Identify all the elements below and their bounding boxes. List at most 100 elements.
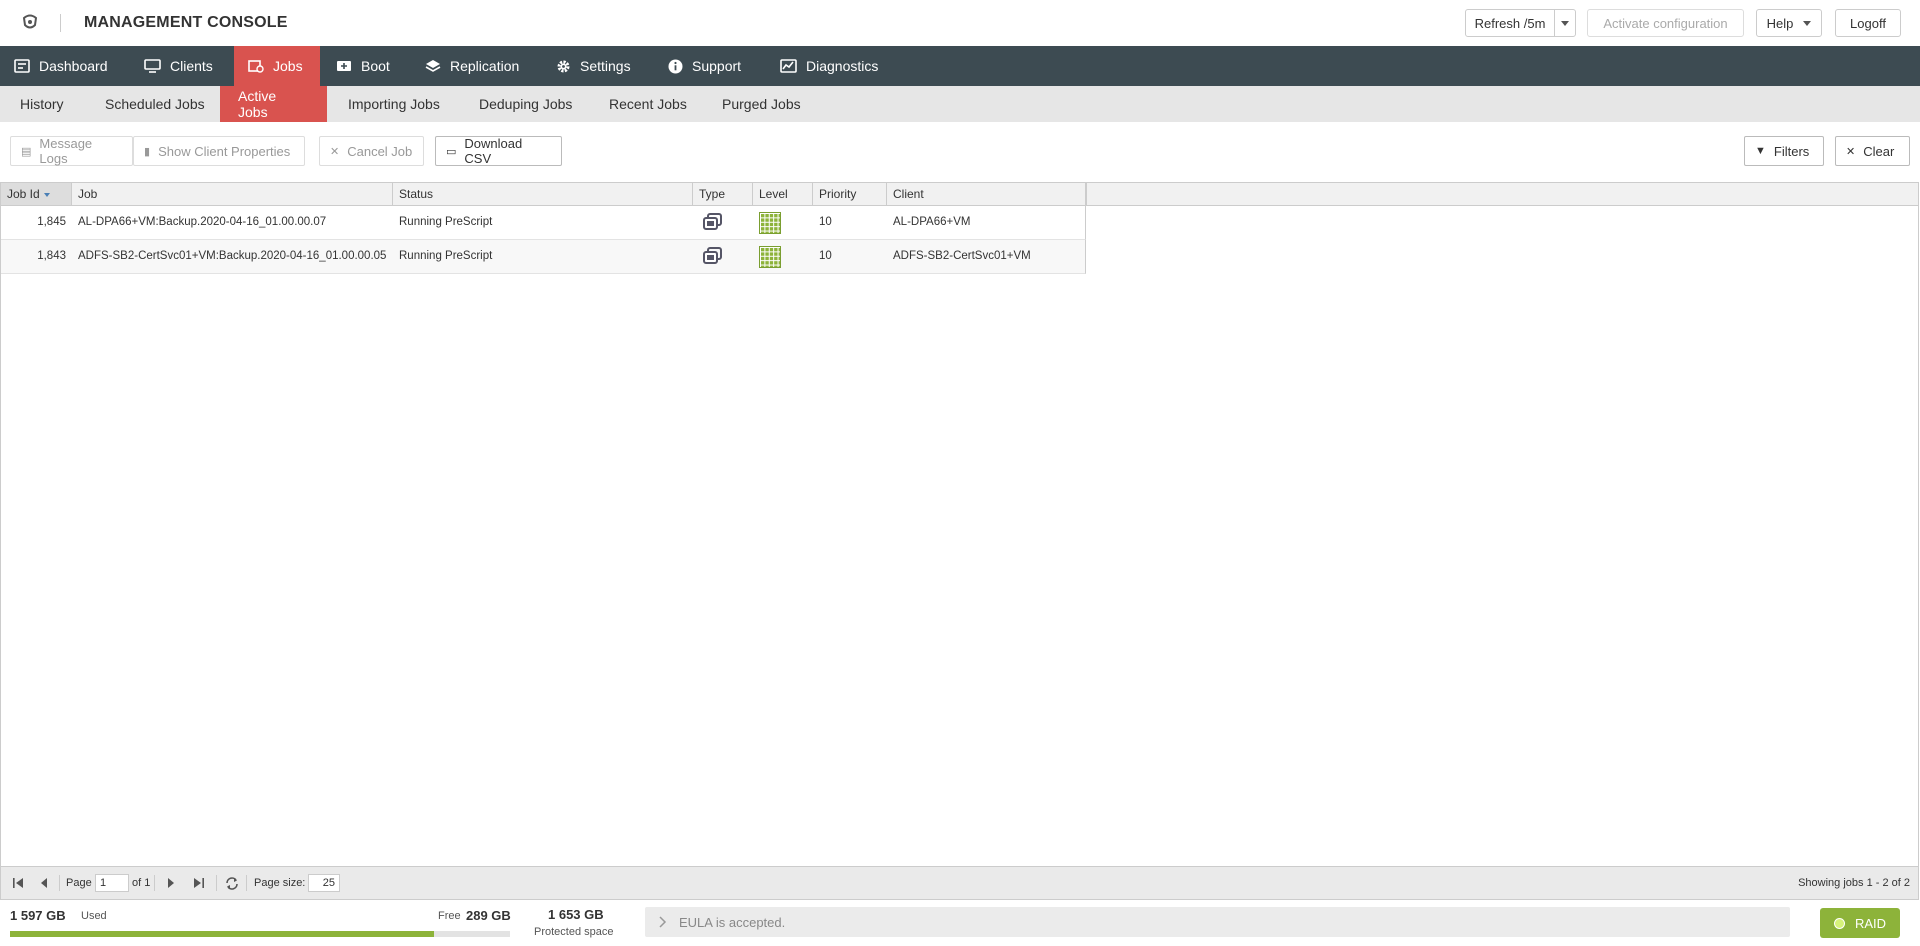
nav-item-clients[interactable]: Clients: [130, 46, 227, 86]
pager-divider: [246, 875, 247, 891]
clear-button[interactable]: ✕ Clear: [1835, 136, 1910, 166]
cell-job-id: 1,845: [37, 216, 66, 228]
download-csv-label: Download CSV: [464, 136, 523, 166]
raid-status-button[interactable]: RAID: [1820, 908, 1900, 938]
protected-space-value: 1 653 GB: [548, 907, 604, 922]
storage-usage-bar: [10, 931, 510, 937]
show-client-properties-label: Show Client Properties: [158, 143, 291, 159]
column-header-status[interactable]: Status: [393, 183, 693, 205]
cell-type: [693, 206, 753, 239]
nav-item-label: Clients: [170, 58, 213, 74]
cancel-job-label: Cancel Job: [347, 143, 413, 159]
cell-job-id: 1,843: [37, 250, 66, 262]
column-header-type[interactable]: Type: [693, 183, 753, 205]
chevron-right-icon: [659, 916, 667, 928]
close-icon: ✕: [330, 145, 340, 158]
pager-summary: Showing jobs 1 - 2 of 2: [1798, 877, 1910, 889]
jobs-subnav: History Scheduled Jobs Active Jobs Impor…: [0, 86, 1920, 122]
first-page-icon: [13, 878, 23, 888]
refresh-interval-dropdown[interactable]: [1554, 9, 1576, 37]
nav-item-label: Settings: [580, 58, 631, 74]
prev-page-icon: [41, 878, 47, 888]
table-row[interactable]: 1,843 ADFS-SB2-CertSvc01+VM:Backup.2020-…: [1, 240, 1086, 274]
message-logs-button[interactable]: ▤ Message Logs: [10, 136, 133, 166]
nav-item-support[interactable]: Support: [654, 46, 755, 86]
filters-button[interactable]: ▼ Filters: [1744, 136, 1824, 166]
logoff-button[interactable]: Logoff: [1835, 9, 1901, 37]
tab-deduping-jobs[interactable]: Deduping Jobs: [461, 86, 590, 122]
status-dot-icon: [1833, 917, 1845, 929]
help-label: Help: [1766, 15, 1794, 31]
tab-scheduled-jobs[interactable]: Scheduled Jobs: [87, 86, 223, 122]
next-page-icon: [168, 878, 174, 888]
pager-divider: [59, 875, 60, 891]
tab-purged-jobs[interactable]: Purged Jobs: [704, 86, 819, 122]
cell-client: AL-DPA66+VM: [893, 216, 971, 228]
refresh-button[interactable]: Refresh /5m: [1465, 9, 1555, 37]
last-page-icon: [194, 878, 204, 888]
nav-item-boot[interactable]: Boot: [322, 46, 404, 86]
chevron-down-icon: [1803, 20, 1812, 26]
column-header-client[interactable]: Client: [887, 183, 1086, 205]
download-csv-button[interactable]: ▭ Download CSV: [435, 136, 562, 166]
cell-priority: 10: [819, 250, 832, 262]
grid-pager: Page 1 of 1 Page size: 25 Showing jobs 1…: [0, 867, 1919, 900]
column-header-job-id[interactable]: Job Id: [1, 183, 72, 205]
page-size-input[interactable]: 25: [308, 874, 340, 892]
refresh-grid-button[interactable]: [225, 867, 239, 899]
main-nav: Dashboard Clients Jobs Boot Replication …: [0, 46, 1920, 86]
page-size-label: Page size:: [254, 877, 306, 889]
cell-status: Running PreScript: [399, 250, 493, 262]
document-icon: ▤: [21, 145, 32, 158]
tab-active-jobs[interactable]: Active Jobs: [220, 86, 327, 122]
page-count-label: of 1: [132, 877, 151, 889]
nav-item-replication[interactable]: Replication: [411, 46, 533, 86]
jobs-grid: Job Id Job Status Type Level Priority Cl…: [0, 182, 1919, 867]
cell-job: AL-DPA66+VM:Backup.2020-04-16_01.00.00.0…: [78, 216, 327, 228]
filters-label: Filters: [1773, 143, 1810, 159]
column-header-job[interactable]: Job: [72, 183, 393, 205]
tab-history[interactable]: History: [2, 86, 82, 122]
first-page-button[interactable]: [12, 867, 24, 899]
prev-page-button[interactable]: [39, 867, 49, 899]
nav-item-label: Dashboard: [39, 58, 108, 74]
logo-divider: [60, 14, 61, 32]
clear-label: Clear: [1863, 143, 1895, 159]
column-header-priority[interactable]: Priority: [813, 183, 887, 205]
message-logs-label: Message Logs: [39, 136, 93, 166]
pager-divider: [154, 875, 155, 891]
help-dropdown[interactable]: Help: [1756, 9, 1822, 37]
last-page-button[interactable]: [193, 867, 205, 899]
free-space-label: Free: [438, 910, 461, 922]
chart-icon: [780, 59, 797, 73]
nav-item-jobs[interactable]: Jobs: [234, 46, 320, 86]
backup-copy-icon: [703, 247, 722, 264]
cancel-job-button[interactable]: ✕ Cancel Job: [319, 136, 424, 166]
boot-icon: [337, 61, 351, 71]
page-label: Page: [66, 877, 92, 889]
nav-item-settings[interactable]: Settings: [542, 46, 645, 86]
dashboard-icon: [14, 59, 30, 73]
tab-recent-jobs[interactable]: Recent Jobs: [591, 86, 705, 122]
nav-item-label: Diagnostics: [806, 58, 879, 74]
table-row[interactable]: 1,845 AL-DPA66+VM:Backup.2020-04-16_01.0…: [1, 206, 1086, 240]
next-page-button[interactable]: [166, 867, 176, 899]
cell-level: [753, 240, 813, 273]
nav-item-diagnostics[interactable]: Diagnostics: [766, 46, 892, 86]
show-client-properties-button[interactable]: ▮ Show Client Properties: [133, 136, 305, 166]
gear-icon: [557, 60, 570, 72]
eula-status-bar[interactable]: EULA is accepted.: [645, 907, 1790, 937]
eula-status-text: EULA is accepted.: [679, 914, 786, 930]
app-title: MANAGEMENT CONSOLE: [84, 14, 288, 31]
top-header: MANAGEMENT CONSOLE Refresh /5m Activate …: [0, 0, 1920, 46]
tab-importing-jobs[interactable]: Importing Jobs: [330, 86, 458, 122]
column-header-level[interactable]: Level: [753, 183, 813, 205]
sort-desc-icon: [43, 192, 50, 197]
page-number-input[interactable]: 1: [95, 874, 129, 892]
protected-space-label: Protected space: [534, 926, 614, 938]
full-level-icon: [759, 212, 781, 234]
cell-job: ADFS-SB2-CertSvc01+VM:Backup.2020-04-16_…: [78, 250, 387, 262]
activate-configuration-button[interactable]: Activate configuration: [1587, 9, 1744, 37]
info-icon: [668, 59, 683, 73]
nav-item-dashboard[interactable]: Dashboard: [0, 46, 122, 86]
